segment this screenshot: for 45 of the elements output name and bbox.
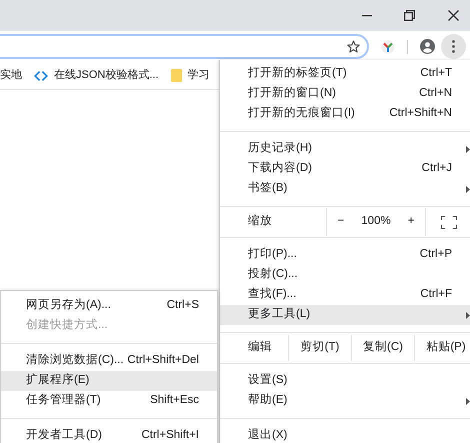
fullscreen-icon[interactable] [440,216,456,228]
menu-item[interactable]: 网页另存为(A)... Ctrl+S [1,296,217,316]
bookmark[interactable]: 实地 [0,67,22,84]
submenu-arrow-icon [466,146,470,152]
menu-item[interactable]: 查找(F)... Ctrl+F [220,285,470,305]
edit-action-button[interactable]: 粘贴(P) [414,335,470,361]
bookmark[interactable]: 学习 [170,67,210,84]
submenu-arrow-icon [466,398,470,404]
extension-icon[interactable] [381,40,395,54]
menu-item[interactable]: 打开新的窗口(N) Ctrl+N [220,84,470,104]
submenu-arrow-icon [466,312,470,318]
edit-action-button[interactable]: 剪切(T) [288,335,351,361]
menu-item[interactable]: 下载内容(D) Ctrl+J [220,159,470,179]
edit-action-button[interactable]: 复制(C) [351,335,414,361]
menu-item[interactable]: 历史记录(H) [220,139,470,159]
profile-icon[interactable] [420,39,435,54]
menu-item[interactable]: 更多工具(L) [220,305,470,325]
menu-item[interactable]: 任务管理器(T) Shift+Esc [1,391,217,411]
menu-item[interactable]: 打印(P)... Ctrl+P [220,245,470,265]
menu-button[interactable] [441,34,466,59]
address-field[interactable] [0,34,369,59]
menu-item[interactable]: 开发者工具(D) Ctrl+Shift+I [1,426,217,443]
menu-item[interactable]: 打开新的标签页(T) Ctrl+T [220,64,470,84]
submenu-arrow-icon [466,186,470,192]
zoom-in-button[interactable]: + [404,213,418,231]
zoom-label: 缩放 [247,214,273,230]
menu-item[interactable]: 打开新的无痕窗口(I) Ctrl+Shift+N [220,104,470,124]
folder-icon [170,69,182,82]
zoom-level: 100% [361,214,391,230]
menu-item[interactable]: 退出(X) [220,426,470,443]
menu-item[interactable]: 设置(S) [220,371,470,391]
close-icon[interactable] [448,10,459,21]
code-icon [34,70,48,80]
menu-item[interactable]: 帮助(E) [220,391,470,411]
menu-item[interactable]: 投射(C)... [220,265,470,285]
menu-item[interactable]: 清除浏览数据(C)... Ctrl+Shift+Del [1,351,217,371]
minimize-icon[interactable] [362,14,372,16]
zoom-out-button[interactable]: − [334,213,348,231]
star-icon[interactable] [347,40,360,53]
restore-icon[interactable] [404,10,415,21]
menu-item[interactable]: 扩展程序(E) [1,371,217,391]
menu-icon [452,40,455,53]
bookmark[interactable]: 在线JSON校验格式... [34,67,159,84]
menu-item[interactable]: 书签(B) [220,179,470,199]
edit-label: 编辑 [247,340,273,356]
